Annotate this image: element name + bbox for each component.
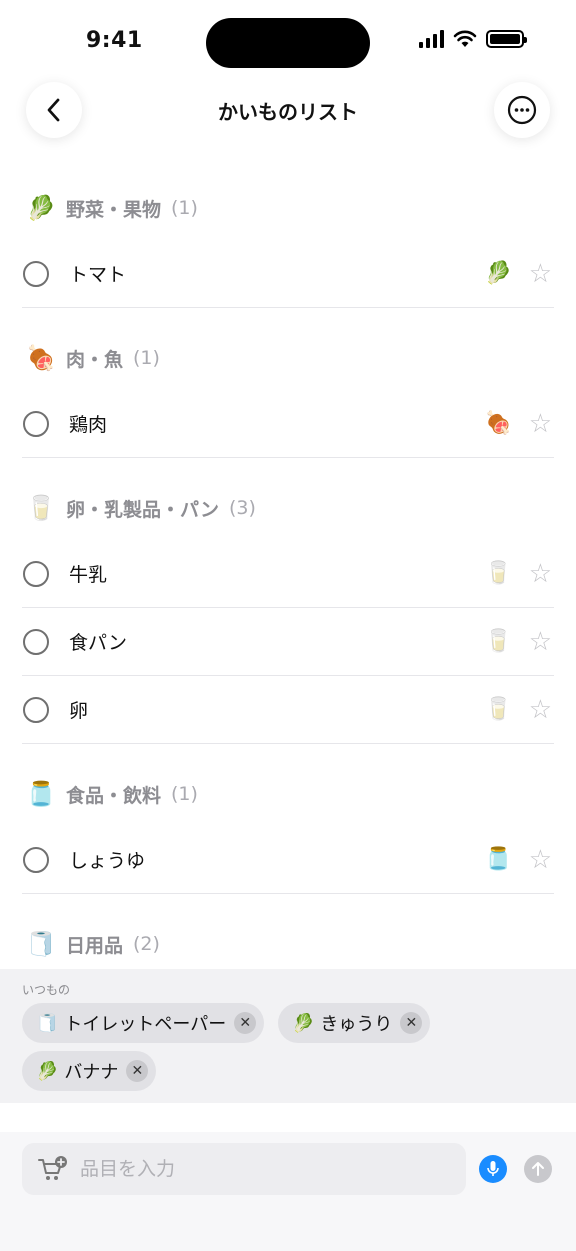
section-title: 卵・乳製品・パン [66,498,219,521]
check-circle[interactable] [23,410,49,437]
section-count: (1) [171,197,198,219]
close-icon[interactable]: ✕ [126,1060,149,1082]
list-item[interactable]: トマト 🥬 ☆ [22,240,554,308]
toilet-paper-icon: 🧻 [36,1012,59,1034]
toilet-paper-icon: 🧻 [26,930,56,958]
section-title: 肉・魚 [66,348,124,371]
vegetable-icon: 🥬 [292,1012,315,1034]
section-header-food-drink: 🫙 食品・飲料 (1) [0,762,576,826]
check-circle[interactable] [23,846,49,873]
milk-icon: 🥛 [484,629,512,654]
list-item[interactable]: 卵 🥛 ☆ [22,676,554,744]
section-header-meat-fish: 🍖 肉・魚 (1) [0,326,576,390]
section-count: (3) [228,497,256,519]
battery-icon [486,30,527,48]
suggestions-label: いつもの [22,983,71,997]
list-item[interactable]: 鶏肉 🍖 ☆ [22,390,554,458]
input-bar [0,1132,576,1251]
section-header-daily-goods: 🧻 日用品 (2) [0,912,576,970]
arrow-up-icon [532,1162,544,1176]
item-name: しょうゆ [69,850,146,872]
milk-icon: 🥛 [484,561,512,586]
meat-icon: 🍖 [484,411,512,436]
item-input[interactable] [80,1158,440,1180]
ellipsis-circle-icon [507,95,537,125]
more-button[interactable] [494,82,550,138]
status-bar: 9:41 [0,0,576,80]
jar-icon: 🫙 [26,780,56,808]
milk-icon: 🥛 [484,697,512,722]
item-name: 鶏肉 [69,414,108,436]
dynamic-island [206,18,370,68]
item-name: 卵 [69,700,89,722]
list-item[interactable]: 食パン 🥛 ☆ [22,608,554,676]
item-name: 食パン [69,632,127,654]
wifi-icon [453,30,477,47]
check-circle[interactable] [23,260,49,287]
star-icon[interactable]: ☆ [529,845,552,875]
section-header-vegetables: 🥬 野菜・果物 (1) [0,176,576,240]
star-icon[interactable]: ☆ [529,559,552,589]
suggestion-chip[interactable]: 🥬 バナナ ✕ [22,1051,157,1091]
jar-icon: 🫙 [484,847,512,872]
chip-label: きゅうり [320,1014,393,1035]
suggestion-chip[interactable]: 🧻 トイレットペーパー ✕ [22,1003,265,1043]
section-title: 野菜・果物 [66,198,162,221]
status-time: 9:41 [86,28,143,53]
check-circle[interactable] [23,628,49,655]
check-circle[interactable] [23,696,49,723]
vegetable-icon: 🥬 [26,194,56,222]
section-header-dairy: 🥛 卵・乳製品・パン (3) [0,476,576,540]
page-title: かいものリスト [218,100,358,124]
star-icon[interactable]: ☆ [529,409,552,439]
suggestions-panel: いつもの 🧻 トイレットペーパー ✕ 🥬 きゅうり ✕ 🥬 バナナ ✕ [0,969,576,1103]
mic-button[interactable] [479,1155,507,1183]
list-item[interactable]: しょうゆ 🫙 ☆ [22,826,554,894]
item-name: トマト [69,264,127,286]
star-icon[interactable]: ☆ [529,259,552,289]
meat-icon: 🍖 [26,344,56,372]
section-title: 日用品 [66,934,124,957]
section-title: 食品・飲料 [66,784,162,807]
close-icon[interactable]: ✕ [234,1012,257,1034]
item-name: 牛乳 [69,564,108,586]
vegetable-icon: 🥬 [36,1060,59,1082]
status-icons [419,30,527,48]
cart-plus-icon [38,1156,67,1180]
section-count: (1) [133,347,160,369]
chip-label: バナナ [64,1062,119,1083]
cellular-signal-icon [419,30,444,48]
close-icon[interactable]: ✕ [400,1012,423,1034]
section-count: (1) [171,783,198,805]
vegetable-icon: 🥬 [484,261,512,286]
mic-icon [487,1161,499,1176]
item-input-container[interactable] [22,1143,466,1195]
chip-label: トイレットペーパー [64,1014,227,1035]
section-count: (2) [133,933,160,955]
shopping-list[interactable]: 🥬 野菜・果物 (1) トマト 🥬 ☆ 🍖 肉・魚 (1) 鶏肉 🍖 ☆ 🥛 卵… [0,176,576,970]
list-item[interactable]: 牛乳 🥛 ☆ [22,540,554,608]
star-icon[interactable]: ☆ [529,627,552,657]
suggestion-chip[interactable]: 🥬 きゅうり ✕ [278,1003,431,1043]
send-button[interactable] [524,1155,552,1183]
check-circle[interactable] [23,560,49,587]
star-icon[interactable]: ☆ [529,695,552,725]
milk-icon: 🥛 [26,494,56,522]
